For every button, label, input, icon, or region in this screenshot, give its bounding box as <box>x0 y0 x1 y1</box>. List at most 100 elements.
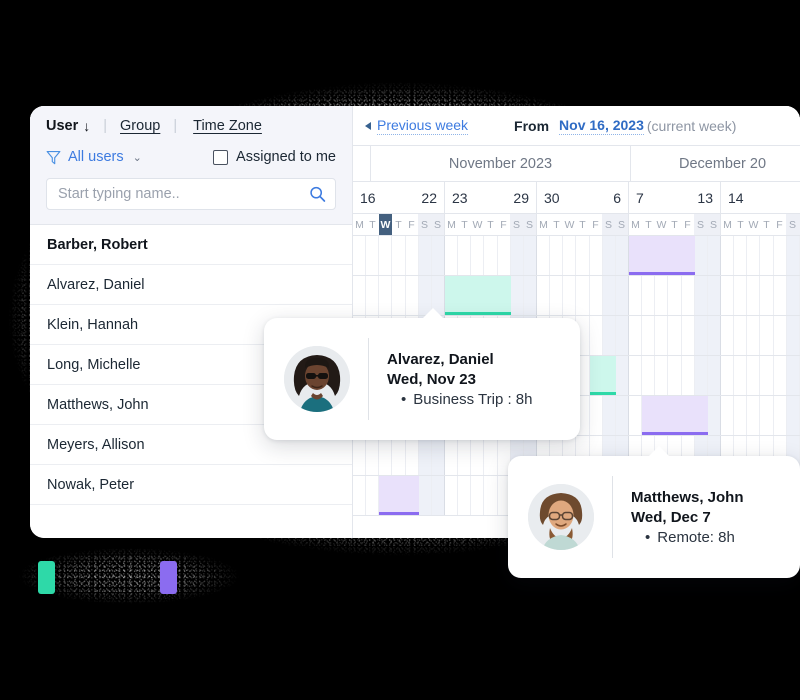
calendar-day-cell[interactable] <box>629 356 643 395</box>
calendar-day-cell[interactable] <box>590 276 603 315</box>
calendar-day-cell[interactable] <box>668 316 682 355</box>
calendar-day-cell[interactable] <box>366 476 380 515</box>
calendar-day-cell[interactable] <box>458 276 472 315</box>
calendar-day-cell[interactable] <box>392 236 406 275</box>
calendar-day-cell[interactable] <box>694 316 708 355</box>
calendar-day-cell[interactable] <box>602 396 616 435</box>
calendar-day-cell[interactable] <box>615 236 628 275</box>
calendar-day-cell[interactable] <box>774 236 787 275</box>
calendar-day-cell[interactable] <box>694 236 708 275</box>
calendar-day-cell[interactable] <box>721 236 735 275</box>
calendar-day-cell[interactable] <box>537 236 551 275</box>
tab-user[interactable]: User ↓ <box>46 118 90 134</box>
user-list-item[interactable]: Nowak, Peter <box>30 465 352 505</box>
calendar-day-cell[interactable] <box>655 316 669 355</box>
calendar-day-cell[interactable] <box>734 356 748 395</box>
calendar-day-cell[interactable] <box>471 276 485 315</box>
calendar-day-cell[interactable] <box>655 276 669 315</box>
calendar-day-cell[interactable] <box>366 436 380 475</box>
calendar-day-cell[interactable] <box>668 396 682 435</box>
calendar-day-cell[interactable] <box>615 356 628 395</box>
calendar-day-cell[interactable] <box>379 236 393 275</box>
calendar-day-cell[interactable] <box>655 356 669 395</box>
calendar-day-cell[interactable] <box>682 316 695 355</box>
calendar-day-cell[interactable] <box>392 436 406 475</box>
sort-arrow-icon[interactable]: ↓ <box>83 119 90 133</box>
calendar-day-cell[interactable] <box>642 356 656 395</box>
calendar-day-cell[interactable] <box>563 236 577 275</box>
calendar-day-cell[interactable] <box>445 436 459 475</box>
calendar-day-cell[interactable] <box>734 276 748 315</box>
calendar-day-cell[interactable] <box>458 236 472 275</box>
calendar-day-cell[interactable] <box>418 236 432 275</box>
calendar-day-cell[interactable] <box>510 236 524 275</box>
chevron-down-icon[interactable]: ⌄ <box>133 151 142 164</box>
calendar-day-cell[interactable] <box>590 396 603 435</box>
calendar-day-cell[interactable] <box>471 436 485 475</box>
calendar-day-cell[interactable] <box>353 476 367 515</box>
checkbox-box-icon[interactable] <box>213 149 229 165</box>
calendar-day-cell[interactable] <box>602 276 616 315</box>
calendar-day-cell[interactable] <box>484 276 498 315</box>
calendar-day-cell[interactable] <box>484 436 498 475</box>
calendar-day-cell[interactable] <box>445 276 459 315</box>
calendar-day-cell[interactable] <box>406 236 419 275</box>
calendar-day-cell[interactable] <box>629 396 643 435</box>
calendar-day-cell[interactable] <box>353 436 367 475</box>
calendar-day-cell[interactable] <box>366 236 380 275</box>
calendar-day-cell[interactable] <box>550 276 564 315</box>
calendar-day-cell[interactable] <box>458 476 472 515</box>
calendar-day-cell[interactable] <box>471 476 485 515</box>
calendar-day-cell[interactable] <box>510 276 524 315</box>
calendar-day-cell[interactable] <box>694 276 708 315</box>
calendar-day-cell[interactable] <box>445 236 459 275</box>
search-icon[interactable] <box>309 186 326 203</box>
calendar-day-cell[interactable] <box>629 276 643 315</box>
calendar-day-cell[interactable] <box>431 236 444 275</box>
calendar-day-cell[interactable] <box>353 236 367 275</box>
calendar-day-cell[interactable] <box>668 276 682 315</box>
calendar-day-cell[interactable] <box>642 316 656 355</box>
calendar-day-cell[interactable] <box>786 356 800 395</box>
calendar-day-cell[interactable] <box>550 236 564 275</box>
calendar-day-cell[interactable] <box>537 276 551 315</box>
calendar-day-cell[interactable] <box>406 276 419 315</box>
calendar-day-cell[interactable] <box>707 316 720 355</box>
calendar-day-cell[interactable] <box>774 276 787 315</box>
calendar-day-cell[interactable] <box>445 476 459 515</box>
calendar-day-cell[interactable] <box>590 236 603 275</box>
calendar-day-cell[interactable] <box>406 436 419 475</box>
calendar-day-cell[interactable] <box>392 476 406 515</box>
calendar-day-cell[interactable] <box>747 236 761 275</box>
calendar-day-cell[interactable] <box>734 316 748 355</box>
calendar-day-cell[interactable] <box>760 356 774 395</box>
calendar-day-cell[interactable] <box>615 396 628 435</box>
calendar-day-cell[interactable] <box>655 396 669 435</box>
calendar-day-cell[interactable] <box>642 396 656 435</box>
calendar-day-cell[interactable] <box>484 236 498 275</box>
assigned-to-me-checkbox[interactable]: Assigned to me <box>213 149 336 165</box>
calendar-day-cell[interactable] <box>707 396 720 435</box>
calendar-day-cell[interactable] <box>760 236 774 275</box>
calendar-day-cell[interactable] <box>523 276 536 315</box>
calendar-day-cell[interactable] <box>747 316 761 355</box>
calendar-day-cell[interactable] <box>602 356 616 395</box>
calendar-day-cell[interactable] <box>576 236 590 275</box>
calendar-day-cell[interactable] <box>655 236 669 275</box>
calendar-day-cell[interactable] <box>471 236 485 275</box>
calendar-day-cell[interactable] <box>694 396 708 435</box>
calendar-day-cell[interactable] <box>392 276 406 315</box>
calendar-day-cell[interactable] <box>576 276 590 315</box>
calendar-day-cell[interactable] <box>774 316 787 355</box>
calendar-day-cell[interactable] <box>760 276 774 315</box>
calendar-day-cell[interactable] <box>668 236 682 275</box>
calendar-day-cell[interactable] <box>642 236 656 275</box>
search-field[interactable] <box>46 178 336 210</box>
calendar-day-cell[interactable] <box>721 316 735 355</box>
calendar-day-cell[interactable] <box>760 396 774 435</box>
calendar-day-cell[interactable] <box>682 236 695 275</box>
previous-week-button[interactable]: Previous week <box>365 117 469 135</box>
calendar-day-cell[interactable] <box>379 276 393 315</box>
calendar-row[interactable] <box>353 236 800 276</box>
calendar-day-cell[interactable] <box>629 236 643 275</box>
